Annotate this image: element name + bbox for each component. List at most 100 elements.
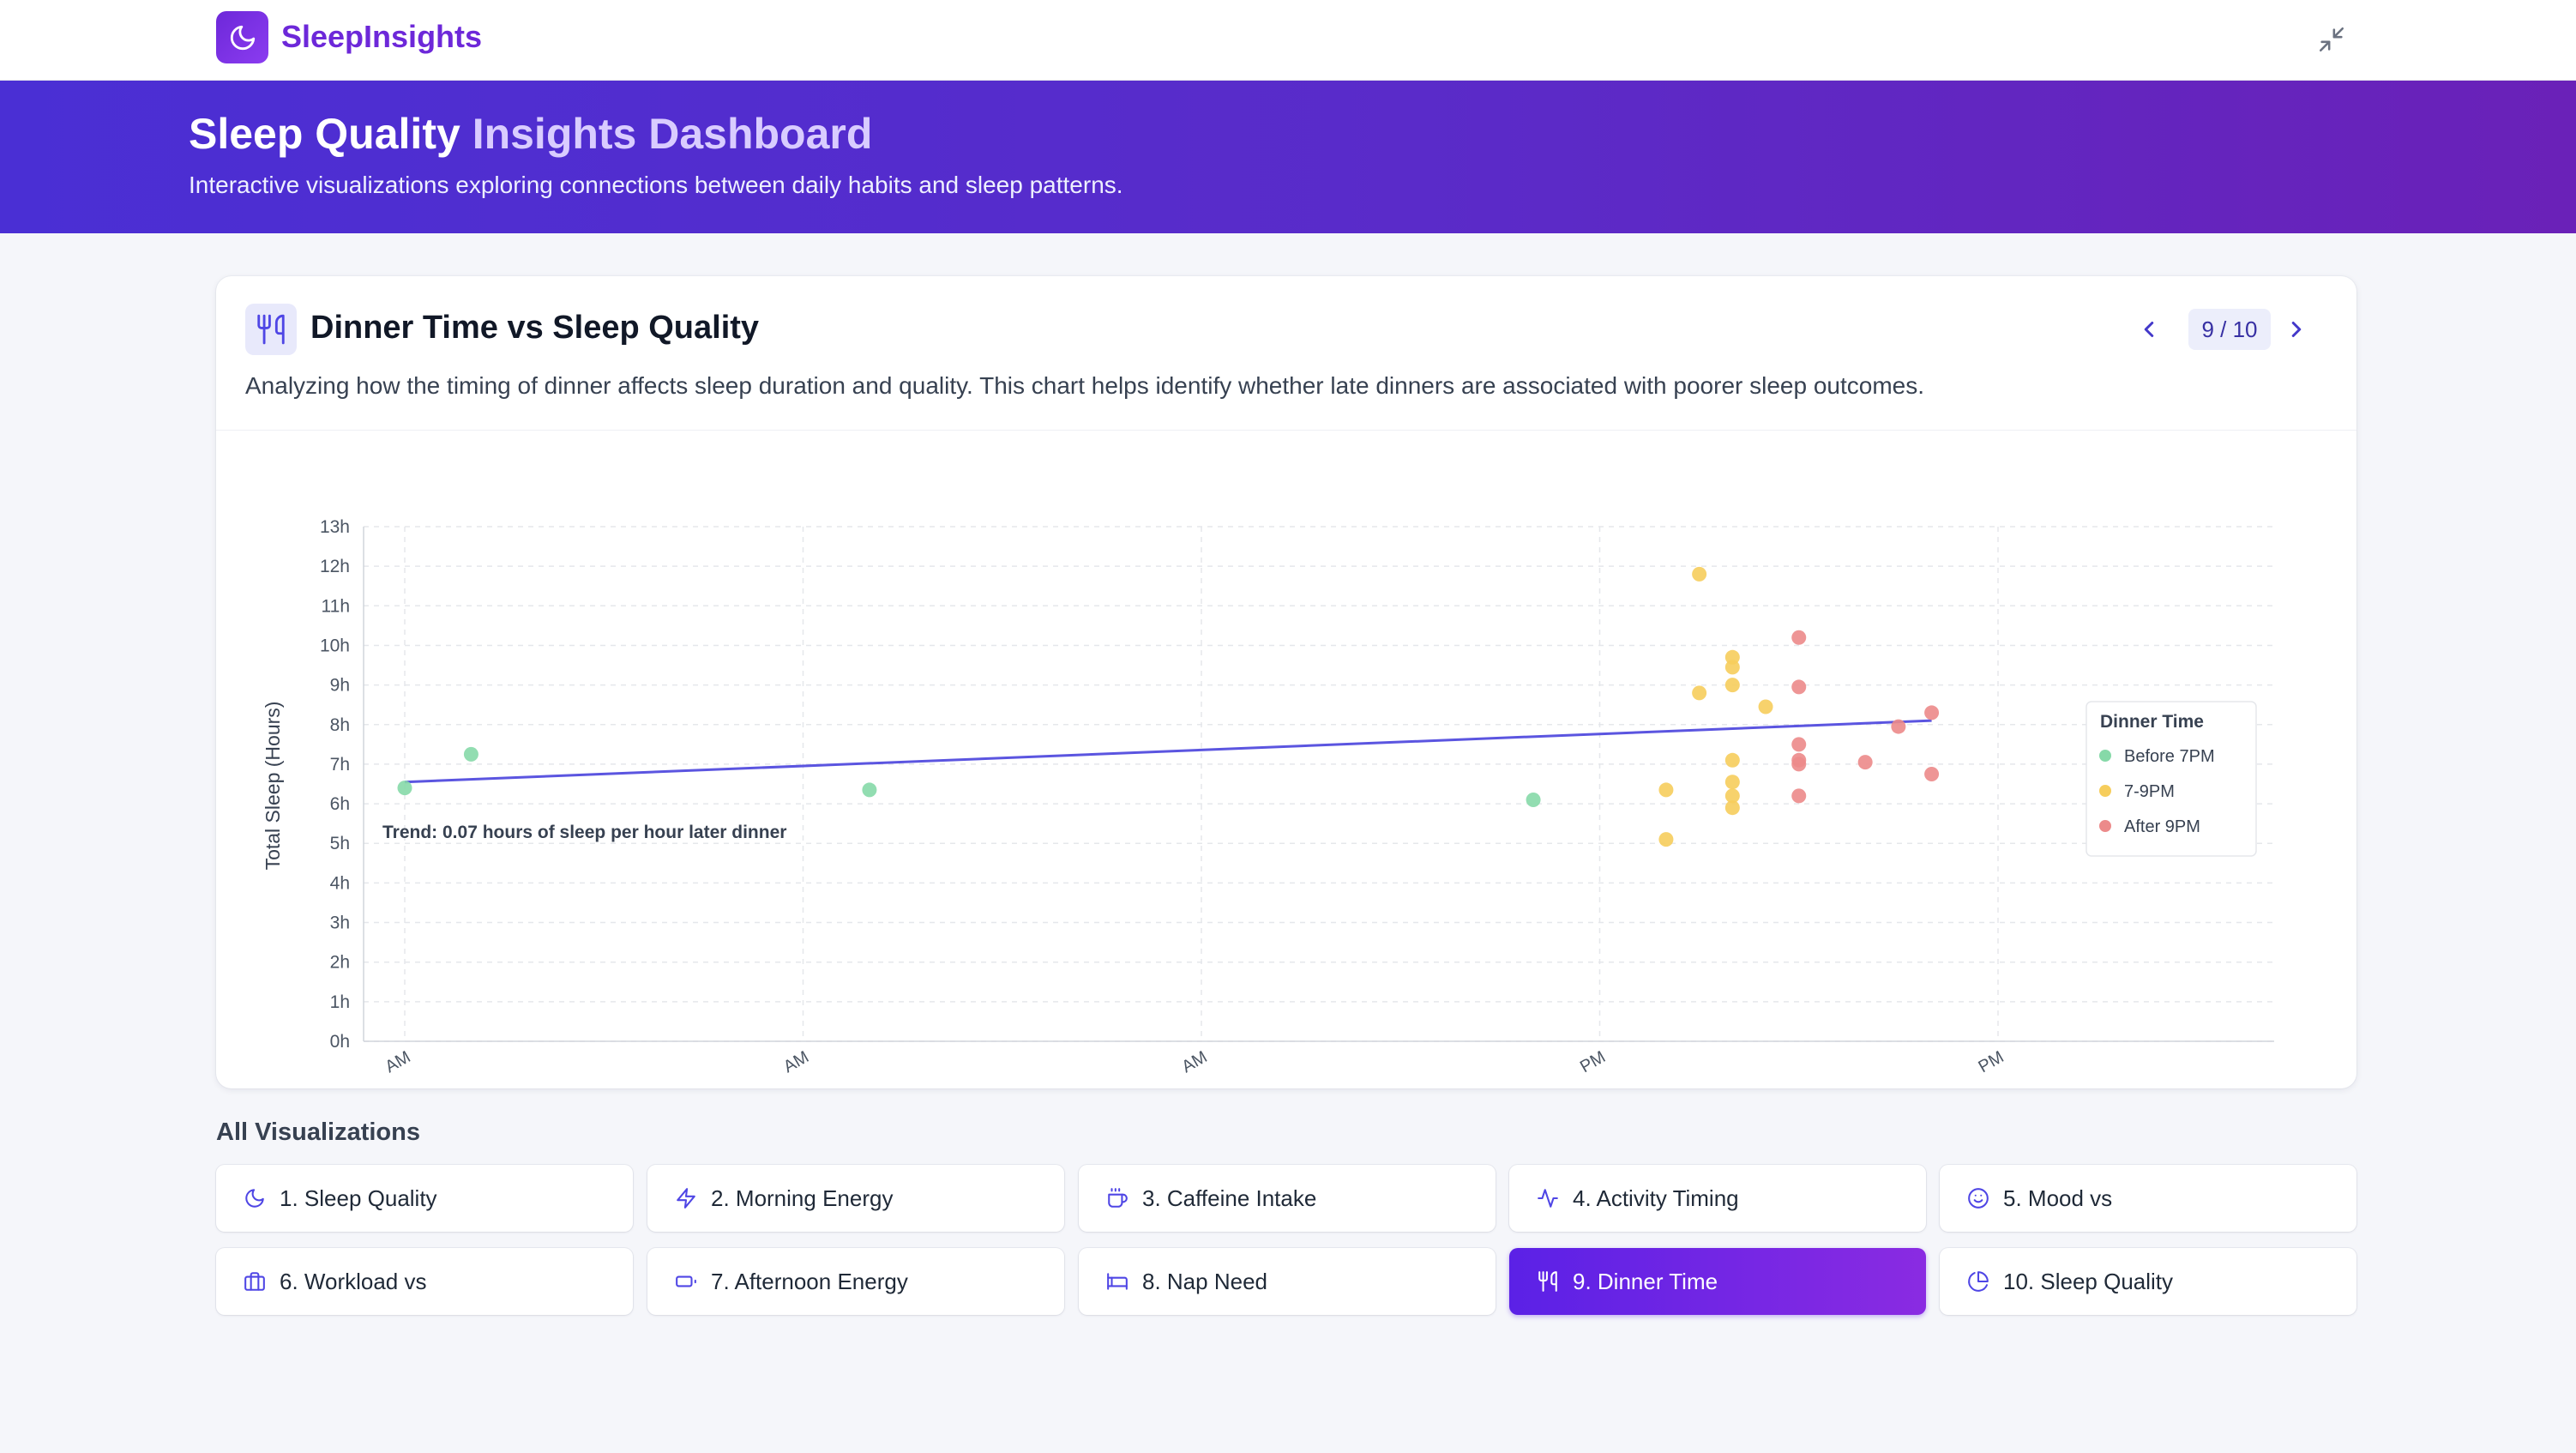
pie-chart-icon [1965, 1269, 1991, 1294]
data-point[interactable] [1692, 566, 1707, 582]
x-tick-label: AM [780, 1047, 812, 1076]
y-tick-label: 0h [330, 1032, 350, 1052]
chart-axes: 0h 1h 2h 3h 4h 5h 6h 7h 8h 9h 10h 11h 12h 13h AM AM AM PM… [320, 517, 2274, 1076]
viz-button-2[interactable]: 2. Morning Energy [647, 1165, 1064, 1232]
utensils-icon [1535, 1269, 1561, 1294]
viz-button-label: 5. Mood vs [2003, 1185, 2113, 1211]
utensils-icon [257, 314, 285, 345]
data-point[interactable] [862, 782, 877, 798]
chart-trend [404, 719, 1932, 784]
y-axis-label: Total Sleep (Hours) [262, 702, 284, 871]
data-point[interactable] [1724, 660, 1740, 675]
data-point[interactable] [1724, 775, 1740, 790]
viz-button-3[interactable]: 3. Caffeine Intake [1079, 1165, 1496, 1232]
chart-legend: Dinner Time Before 7PM 7-9PM After 9PM [2085, 701, 2257, 857]
y-tick-label: 5h [330, 834, 350, 853]
x-tick-label: PM [1577, 1047, 1609, 1076]
scatter-chart: 0h 1h 2h 3h 4h 5h 6h 7h 8h 9h 10h 11h 12h 13h AM AM AM PM… [262, 517, 2274, 1076]
page-title: Sleep Quality Insights Dashboard [189, 109, 872, 159]
y-tick-label: 11h [322, 596, 350, 616]
data-point[interactable] [1924, 705, 1940, 720]
data-point[interactable] [1526, 792, 1541, 807]
viz-button-label: 2. Morning Energy [711, 1185, 894, 1211]
page-indicator: 9 / 10 [2188, 309, 2271, 350]
page-title-accent: Insights Dashboard [472, 110, 873, 158]
data-point[interactable] [1724, 752, 1740, 768]
viz-button-label: 3. Caffeine Intake [1142, 1185, 1317, 1211]
legend-item-label: Before 7PM [2124, 747, 2215, 766]
gallery-title: All Visualizations [216, 1118, 420, 1146]
data-point[interactable] [1791, 630, 1807, 645]
data-point[interactable] [1724, 800, 1740, 816]
data-point[interactable] [1658, 782, 1674, 798]
viz-button-10[interactable]: 10. Sleep Quality [1940, 1248, 2356, 1315]
data-point[interactable] [1891, 719, 1906, 734]
chevron-right-icon [2291, 322, 2302, 337]
x-tick-label: PM [1976, 1047, 2007, 1076]
y-tick-label: 13h [320, 517, 350, 537]
brand-name[interactable]: SleepInsights [281, 19, 482, 55]
viz-button-7[interactable]: 7. Afternoon Energy [647, 1248, 1064, 1315]
data-point[interactable] [397, 781, 412, 796]
viz-button-label: 8. Nap Need [1142, 1268, 1267, 1294]
x-tick-label: AM [1179, 1047, 1211, 1076]
viz-button-4[interactable]: 4. Activity Timing [1509, 1165, 1926, 1232]
legend-item-label: 7-9PM [2124, 782, 2175, 801]
legend-swatch [2099, 750, 2111, 762]
y-tick-label: 4h [330, 873, 350, 893]
next-button[interactable] [2278, 310, 2315, 348]
data-point[interactable] [1791, 788, 1807, 804]
viz-button-label: 1. Sleep Quality [280, 1185, 437, 1211]
chart-points [397, 566, 1940, 847]
legend-swatch [2099, 820, 2111, 832]
viz-button-9[interactable]: 9. Dinner Time [1509, 1248, 1926, 1315]
legend-swatch [2099, 785, 2111, 797]
data-point[interactable] [1724, 678, 1740, 693]
y-tick-label: 12h [320, 557, 350, 576]
viz-button-label: 4. Activity Timing [1573, 1185, 1739, 1211]
trend-annotation: Trend: 0.07 hours of sleep per hour late… [382, 823, 786, 842]
legend-title: Dinner Time [2100, 712, 2204, 732]
y-tick-label: 2h [330, 953, 350, 973]
viz-button-1[interactable]: 1. Sleep Quality [216, 1165, 633, 1232]
previous-button[interactable] [2130, 310, 2168, 348]
card-title: Dinner Time vs Sleep Quality [310, 310, 760, 346]
viz-button-label: 9. Dinner Time [1573, 1268, 1718, 1294]
data-point[interactable] [1791, 737, 1807, 752]
data-point[interactable] [1692, 685, 1707, 701]
viz-button-6[interactable]: 6. Workload vs [216, 1248, 633, 1315]
viz-button-label: 7. Afternoon Energy [711, 1268, 908, 1294]
y-tick-label: 7h [330, 755, 350, 775]
moon-icon [230, 25, 255, 50]
coffee-icon [1104, 1185, 1130, 1211]
chevron-left-icon [2144, 322, 2154, 337]
data-point[interactable] [1658, 832, 1674, 847]
briefcase-icon [242, 1269, 268, 1294]
y-tick-label: 8h [330, 715, 350, 735]
logo[interactable] [216, 11, 268, 63]
visualization-card: Dinner Time vs Sleep Quality Analyzing h… [216, 276, 2356, 1088]
y-tick-label: 9h [330, 676, 350, 696]
legend-item-label: After 9PM [2124, 817, 2200, 836]
y-tick-label: 6h [330, 794, 350, 814]
y-tick-label: 1h [330, 992, 350, 1012]
hero-banner: Sleep Quality Insights Dashboard Interac… [0, 81, 2576, 233]
viz-button-8[interactable]: 8. Nap Need [1079, 1248, 1496, 1315]
viz-button-label: 6. Workload vs [280, 1268, 427, 1294]
collapse-button[interactable] [2312, 20, 2351, 59]
data-point[interactable] [463, 746, 478, 762]
data-point[interactable] [1758, 699, 1773, 714]
page-subtitle: Interactive visualizations exploring con… [189, 172, 1123, 198]
data-point[interactable] [1857, 755, 1873, 770]
card-icon-box [245, 304, 297, 355]
data-point[interactable] [1791, 757, 1807, 772]
bed-icon [1104, 1269, 1130, 1294]
smile-icon [1965, 1185, 1991, 1211]
moon-icon [242, 1185, 268, 1211]
viz-button-5[interactable]: 5. Mood vs [1940, 1165, 2356, 1232]
trend-line [404, 719, 1932, 784]
chart-grid [364, 526, 2274, 1042]
data-point[interactable] [1924, 766, 1940, 781]
data-point[interactable] [1791, 679, 1807, 695]
viz-button-label: 10. Sleep Quality [2003, 1268, 2174, 1294]
